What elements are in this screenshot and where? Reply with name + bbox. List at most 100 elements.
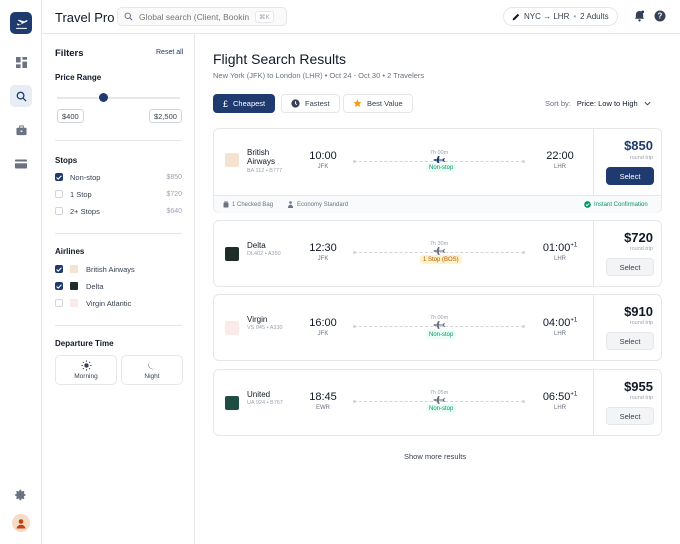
sun-icon xyxy=(80,360,92,371)
trip-summary[interactable]: NYC → LHR • 2 Adults xyxy=(503,7,618,26)
plane-logo-icon[interactable] xyxy=(10,12,32,34)
select-button[interactable]: Select xyxy=(606,258,654,276)
price-slider-track[interactable] xyxy=(57,97,180,99)
bell-icon[interactable] xyxy=(632,9,646,23)
checkbox[interactable] xyxy=(55,299,63,307)
option-price: $640 xyxy=(166,207,182,215)
sort-by-label: Sort by: xyxy=(545,99,571,108)
arrive-time: 04:00+1 xyxy=(542,317,578,329)
airline-option-delta[interactable]: Delta xyxy=(55,280,182,292)
airline-option-british-airways[interactable]: British Airways xyxy=(55,263,182,275)
checkbox[interactable] xyxy=(55,190,63,198)
card-footer: 1 Checked Bag Economy Standard Instant C… xyxy=(214,195,661,213)
chevron-down-icon xyxy=(644,101,651,106)
page-title: Flight Search Results xyxy=(213,51,347,67)
sort-best-value-button[interactable]: Best Value xyxy=(343,94,413,113)
reset-all-link[interactable]: Reset all xyxy=(156,49,183,56)
option-price: $850 xyxy=(166,173,182,181)
stops-badge: Non-stop xyxy=(426,330,457,339)
checkbox[interactable] xyxy=(55,282,63,290)
divider xyxy=(55,140,182,141)
sort-fastest-button[interactable]: Fastest xyxy=(281,94,340,113)
select-button[interactable]: Select xyxy=(606,407,654,425)
stop-option-nonstop[interactable]: Non-stop $850 xyxy=(55,171,182,183)
airline-logo xyxy=(225,321,239,335)
checkbox[interactable] xyxy=(55,265,63,273)
flight-card[interactable]: Delta DL402 • A350 12:30 JFK 7h 30m 1 St… xyxy=(213,220,662,287)
flight-code: VS 045 • A330 xyxy=(247,325,283,331)
search-icon xyxy=(124,12,133,21)
bag-info: 1 Checked Bag xyxy=(223,201,273,208)
price-note: round trip xyxy=(629,320,653,326)
dashboard-icon[interactable] xyxy=(10,51,32,73)
flight-card[interactable]: United UA 924 • B767 18:45 EWR 7h 05m No… xyxy=(213,369,662,436)
svg-text:?: ? xyxy=(658,12,663,21)
arrive-airport: LHR xyxy=(553,405,566,411)
airline-logo xyxy=(225,247,239,261)
airline-option-virgin-atlantic[interactable]: Virgin Atlantic xyxy=(55,297,182,309)
nav-rail xyxy=(0,0,42,544)
results-area: Flight Search Results New York (JFK) to … xyxy=(195,34,680,544)
flight-card[interactable]: British Airways BA 112 • B777 10:00 JFK … xyxy=(213,128,662,213)
shortcut-badge: ⌘K xyxy=(255,10,274,23)
divider xyxy=(55,233,182,234)
depart-airport: JFK xyxy=(317,164,329,170)
divider xyxy=(55,325,182,326)
stop-option-1-stop[interactable]: 1 Stop $720 xyxy=(55,188,182,200)
morning-label: Morning xyxy=(74,373,98,380)
page-subtitle: New York (JFK) to London (LHR) • Oct 24 … xyxy=(213,71,425,80)
price-slider-thumb[interactable] xyxy=(99,93,109,102)
avatar[interactable] xyxy=(12,514,30,532)
depart-time: 12:30 xyxy=(309,242,337,254)
check-circle-icon xyxy=(584,201,591,208)
airline-logo xyxy=(225,153,239,167)
select-button[interactable]: Select xyxy=(606,332,654,350)
stops-badge: Non-stop xyxy=(426,163,457,172)
departure-morning-button[interactable]: Morning xyxy=(55,355,117,385)
plane-icon xyxy=(433,321,445,329)
sort-label: Fastest xyxy=(305,99,330,108)
airline-name: Delta xyxy=(247,241,266,250)
price-note: round trip xyxy=(629,246,653,252)
search-input[interactable] xyxy=(139,11,249,22)
depart-time: 18:45 xyxy=(309,391,337,403)
checkbox[interactable] xyxy=(55,173,63,181)
credit-card-icon[interactable] xyxy=(10,153,32,175)
seat-icon xyxy=(288,201,293,208)
depart-airport: EWR xyxy=(316,405,330,411)
moon-icon xyxy=(148,361,157,369)
sort-cheapest-button[interactable]: £ Cheapest xyxy=(213,94,276,113)
help-icon[interactable]: ? xyxy=(653,9,667,23)
pencil-icon xyxy=(512,13,520,20)
show-more-button[interactable]: Show more results xyxy=(404,452,466,461)
briefcase-icon[interactable] xyxy=(10,119,32,141)
arrive-airport: LHR xyxy=(553,256,566,262)
arrive-airport: LHR xyxy=(553,164,566,170)
stops-title: Stops xyxy=(55,156,78,165)
option-label: 1 Stop xyxy=(70,189,92,199)
price: $910 xyxy=(624,304,653,319)
checkbox[interactable] xyxy=(55,207,63,215)
price: $720 xyxy=(624,230,653,245)
arrive-time: 22:00 xyxy=(546,150,574,162)
stop-option-2-plus[interactable]: 2+ Stops $640 xyxy=(55,205,182,217)
option-label: British Airways xyxy=(86,264,135,274)
price-max-field[interactable]: $2,500 xyxy=(149,109,182,123)
arrive-time: 01:00+1 xyxy=(542,242,578,254)
settings-icon[interactable] xyxy=(10,484,32,506)
sort-by-dropdown[interactable]: Sort by: Price: Low to High xyxy=(545,99,651,108)
price-min-field[interactable]: $400 xyxy=(57,109,84,123)
select-button[interactable]: Select xyxy=(606,167,654,185)
global-search[interactable]: ⌘K xyxy=(117,7,287,26)
flight-code: DL402 • A350 xyxy=(247,251,281,257)
airline-logo xyxy=(70,299,78,307)
luggage-icon xyxy=(223,201,229,208)
departure-night-button[interactable]: Night xyxy=(121,355,183,385)
search-icon[interactable] xyxy=(10,85,32,107)
airline-logo xyxy=(70,265,78,273)
option-label: 2+ Stops xyxy=(70,206,100,216)
airline-name: Virgin xyxy=(247,315,268,324)
depart-time: 16:00 xyxy=(309,317,337,329)
price-note: round trip xyxy=(629,155,653,161)
flight-card[interactable]: Virgin VS 045 • A330 16:00 JFK 7h 00m No… xyxy=(213,294,662,361)
